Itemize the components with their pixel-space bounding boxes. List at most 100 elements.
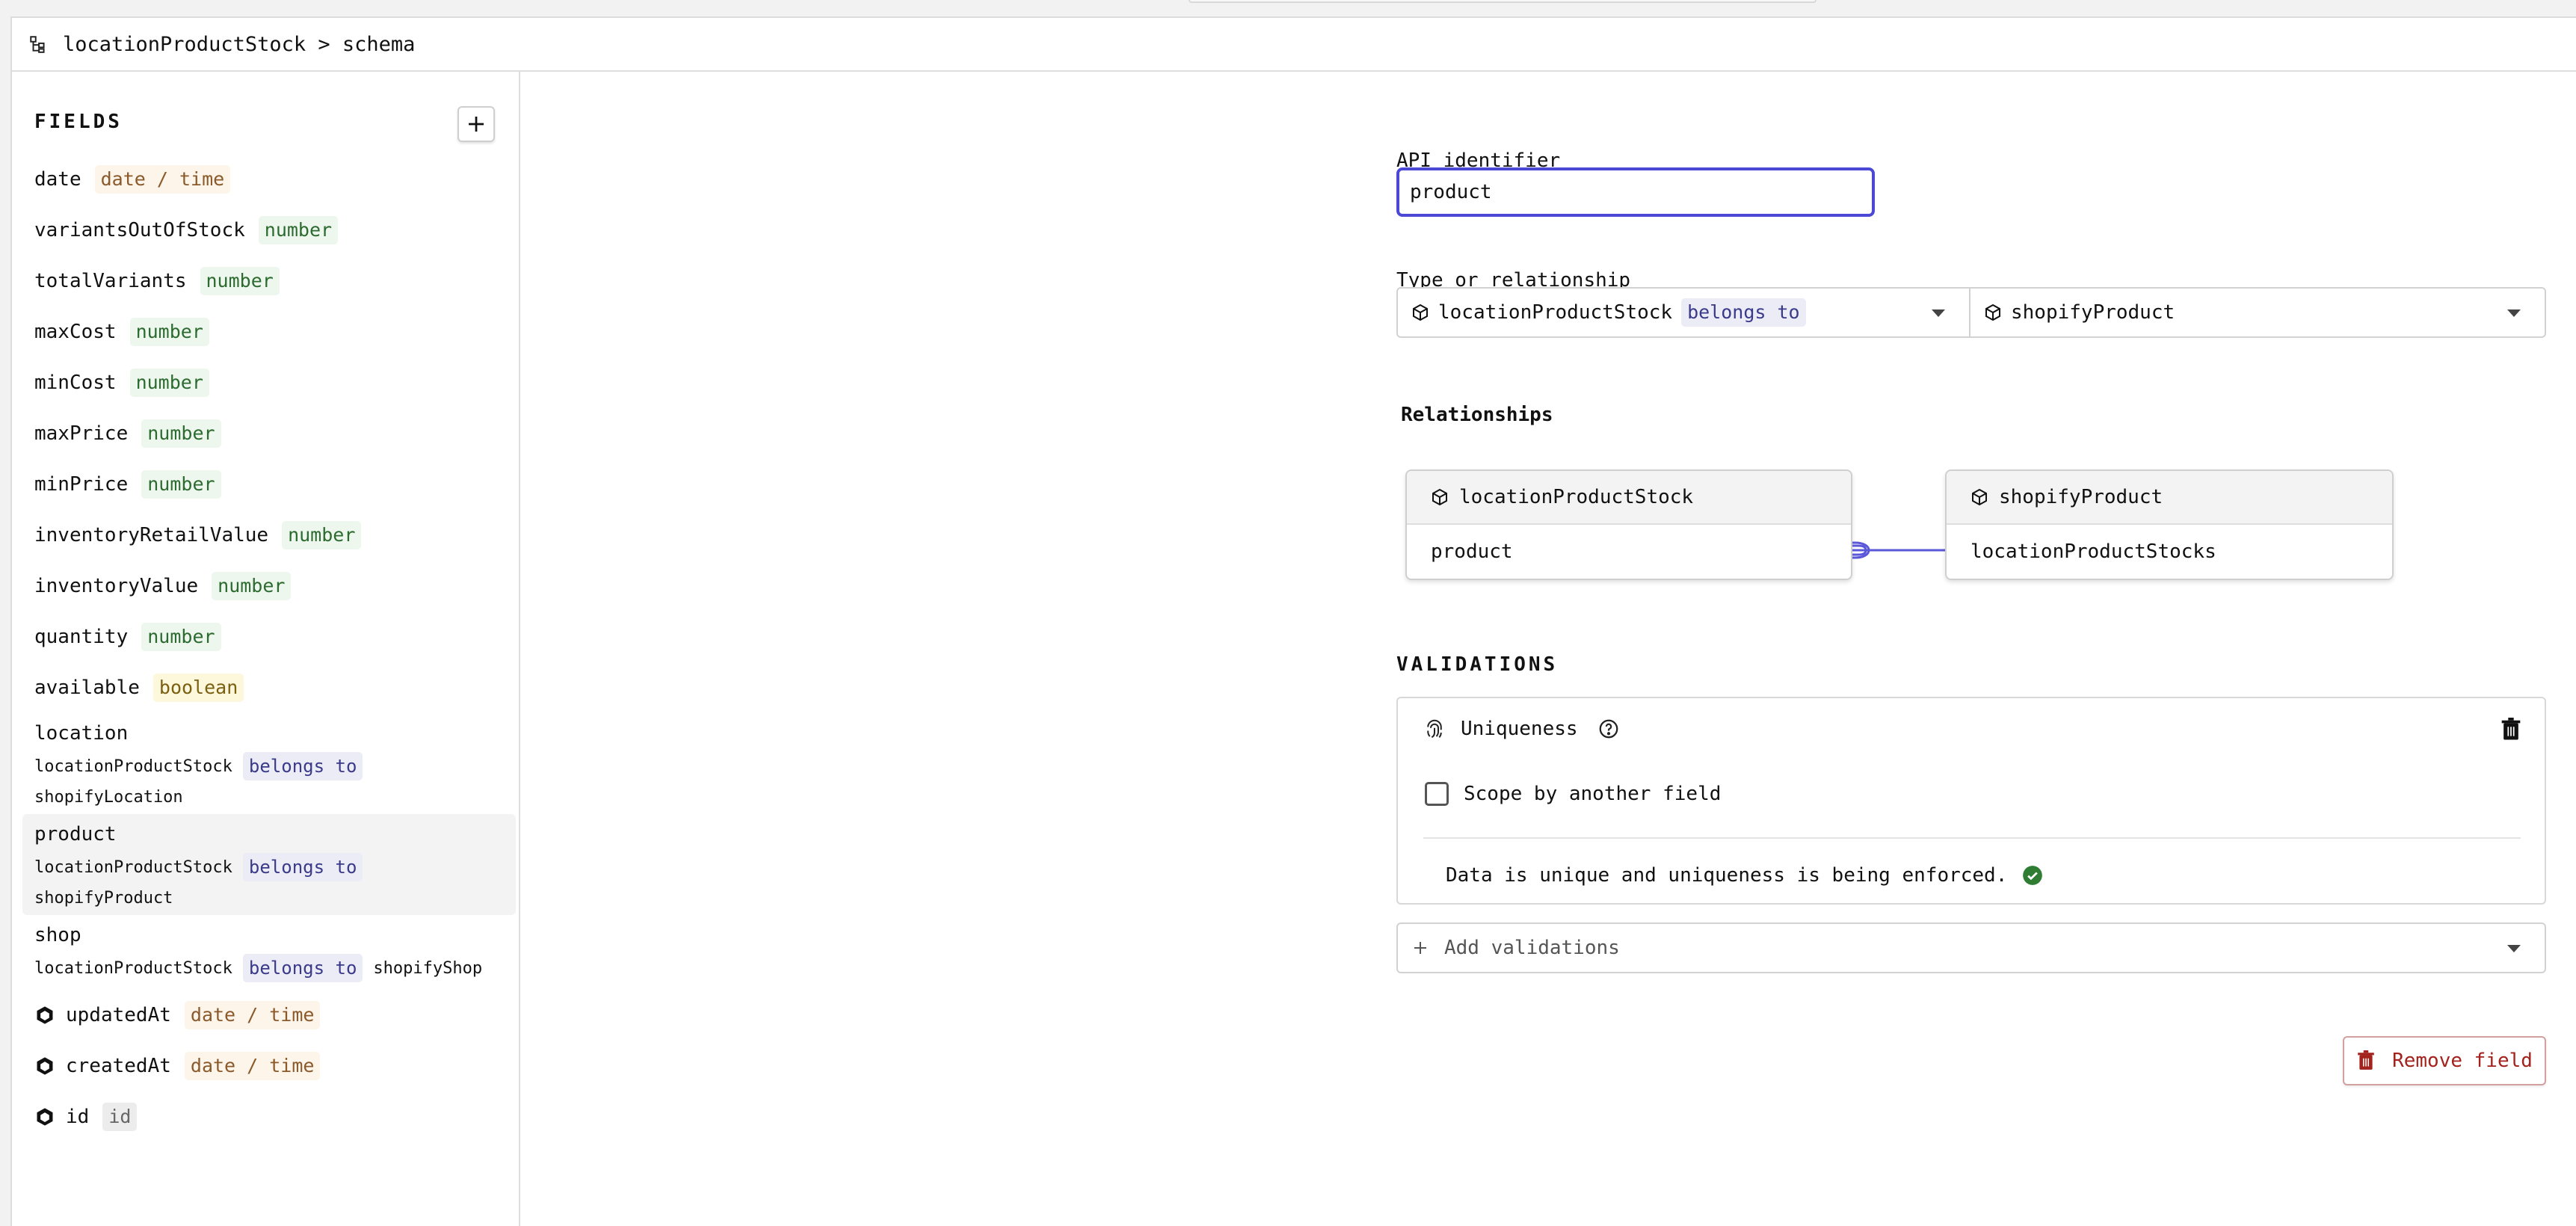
system-field-icon — [37, 1108, 53, 1126]
relationship-card-right: shopifyProduct locationProductStocks — [1945, 469, 2394, 580]
field-name: totalVariants — [34, 270, 187, 292]
field-type-badge: number — [129, 318, 209, 346]
card-field-name: locationProductStocks — [1970, 540, 2216, 563]
chevron-down-icon — [1932, 309, 1945, 317]
divider — [1423, 837, 2521, 839]
validations-heading: VALIDATIONS — [1396, 653, 1559, 676]
relationship-target: shopifyProduct — [34, 889, 173, 908]
field-name: inventoryValue — [34, 575, 199, 597]
chevron-down-icon — [2507, 309, 2521, 317]
relationship-model: locationProductStock — [34, 857, 232, 877]
relationship-target: shopifyShop — [373, 958, 483, 978]
relationship-badge: belongs to — [242, 954, 363, 982]
type-relation-badge: belongs to — [1681, 298, 1806, 327]
field-type-badge: number — [141, 623, 221, 651]
delete-validation-icon[interactable] — [2500, 718, 2522, 742]
field-row-shop[interactable]: shop locationProductStock belongs to sho… — [22, 915, 516, 990]
field-row-created-at[interactable]: createdAt date / time — [22, 1041, 516, 1091]
field-type-badge: date / time — [184, 1052, 321, 1080]
field-row-inventory-retail-value[interactable]: inventoryRetailValue number — [22, 510, 516, 561]
field-type-badge: number — [258, 216, 339, 244]
scope-label: Scope by another field — [1464, 783, 1722, 805]
field-row-id[interactable]: id id — [22, 1091, 516, 1142]
relationship-model: locationProductStock — [34, 958, 232, 978]
field-row-product[interactable]: product locationProductStock belongs to … — [22, 814, 516, 915]
type-select[interactable]: locationProductStock belongs to — [1396, 287, 1970, 338]
field-name: maxPrice — [34, 422, 129, 445]
api-identifier-input[interactable] — [1396, 167, 1875, 217]
schema-tree-icon — [30, 36, 45, 53]
uniqueness-status-text: Data is unique and uniqueness is being e… — [1446, 864, 2008, 887]
add-field-button[interactable] — [457, 106, 495, 142]
fingerprint-icon — [1427, 719, 1442, 739]
field-type-badge: number — [129, 369, 209, 397]
field-name: quantity — [34, 626, 129, 648]
field-row-location[interactable]: location locationProductStock belongs to… — [22, 713, 516, 814]
page-background: locationProductStock > schema FIELDS dat… — [0, 0, 2576, 1226]
breadcrumb-text[interactable]: locationProductStock > schema — [63, 33, 415, 56]
field-type-badge: number — [282, 521, 362, 549]
field-row-max-price[interactable]: maxPrice number — [22, 408, 516, 459]
field-name: minPrice — [34, 473, 129, 496]
remove-field-button[interactable]: Remove field — [2343, 1036, 2546, 1085]
field-type-badge: date / time — [94, 165, 231, 194]
field-name: minCost — [34, 372, 117, 394]
field-editor: API identifier Type or relationship loca… — [522, 72, 2576, 1226]
scope-checkbox[interactable] — [1425, 782, 1449, 806]
field-name: variantsOutOfStock — [34, 219, 245, 241]
uniqueness-validation: Uniqueness Scope by another field Data i… — [1396, 697, 2546, 905]
field-name: available — [34, 677, 140, 699]
relationship-model: locationProductStock — [34, 757, 232, 776]
check-circle-icon — [2023, 866, 2043, 885]
remove-field-label: Remove field — [2392, 1050, 2533, 1072]
field-row-variants-out-of-stock[interactable]: variantsOutOfStock number — [22, 205, 516, 256]
top-tab — [1189, 0, 1817, 3]
field-row-available[interactable]: available boolean — [22, 662, 516, 713]
field-name: updatedAt — [66, 1004, 171, 1026]
fields-header: FIELDS — [34, 111, 123, 133]
field-type-badge: number — [200, 267, 280, 295]
field-name: shop — [34, 924, 81, 946]
field-row-updated-at[interactable]: updatedAt date / time — [22, 990, 516, 1041]
plus-icon — [1414, 942, 1426, 954]
relationship-target: shopifyLocation — [34, 788, 183, 807]
help-icon[interactable] — [1597, 718, 1620, 740]
field-name: inventoryRetailValue — [34, 524, 269, 546]
field-name: createdAt — [66, 1055, 171, 1077]
field-type-badge: id — [102, 1103, 138, 1131]
relationship-badge: belongs to — [242, 752, 363, 780]
field-type-badge: number — [141, 419, 221, 448]
breadcrumb: locationProductStock > schema — [12, 18, 2576, 72]
add-validations-select[interactable]: Add validations — [1396, 922, 2546, 973]
schema-window: locationProductStock > schema FIELDS dat… — [10, 16, 2576, 1226]
field-row-inventory-value[interactable]: inventoryValue number — [22, 561, 516, 612]
relationships-heading: Relationships — [1401, 404, 1553, 426]
field-row-quantity[interactable]: quantity number — [22, 612, 516, 662]
cube-icon — [1413, 304, 1428, 321]
field-type-badge: number — [141, 470, 221, 499]
field-name: date — [34, 168, 81, 191]
type-model: locationProductStock — [1438, 301, 1673, 324]
field-type-badge: date / time — [184, 1001, 321, 1029]
field-list: date date / time variantsOutOfStock numb… — [22, 154, 516, 1142]
field-row-max-cost[interactable]: maxCost number — [22, 306, 516, 357]
trash-icon — [2358, 1050, 2374, 1070]
field-row-min-cost[interactable]: minCost number — [22, 357, 516, 408]
field-row-min-price[interactable]: minPrice number — [22, 459, 516, 510]
field-name: id — [66, 1106, 90, 1128]
system-field-icon — [37, 1006, 53, 1024]
field-row-date[interactable]: date date / time — [22, 154, 516, 205]
cube-icon — [1985, 304, 2000, 321]
related-model: shopifyProduct — [2011, 301, 2175, 324]
plus-icon — [469, 117, 484, 132]
card-field-name: product — [1431, 540, 1513, 563]
fields-sidebar: FIELDS date date / time variantsOutOfSto… — [12, 72, 520, 1226]
cube-icon — [1432, 488, 1447, 506]
field-type-badge: number — [212, 572, 292, 600]
related-model-select[interactable]: shopifyProduct — [1970, 287, 2546, 338]
system-field-icon — [37, 1057, 53, 1075]
field-row-total-variants[interactable]: totalVariants number — [22, 256, 516, 306]
card-model-name: shopifyProduct — [1999, 486, 2163, 508]
cube-icon — [1972, 488, 1987, 506]
field-name: product — [34, 823, 117, 845]
